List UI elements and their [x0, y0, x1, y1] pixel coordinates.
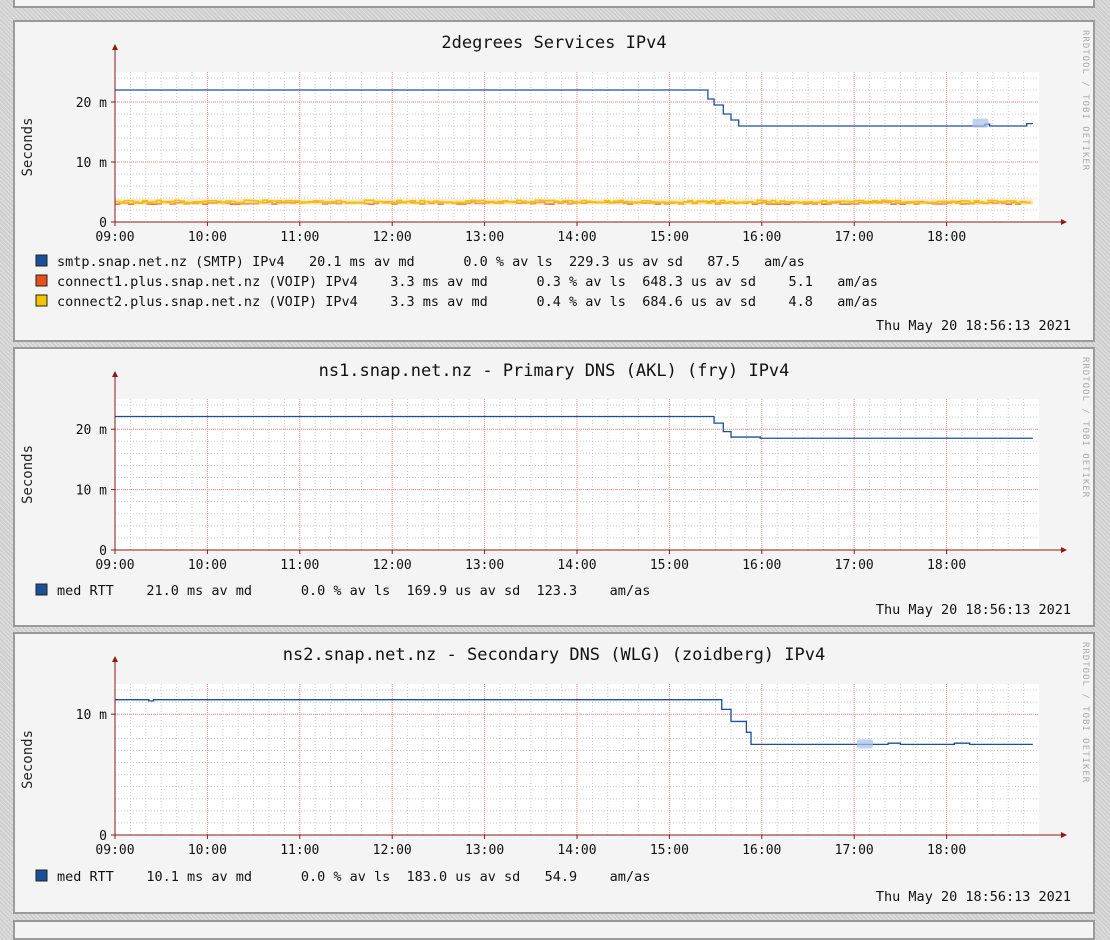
- x-tick-label: 11:00: [280, 558, 319, 573]
- x-tick-label: 18:00: [927, 843, 966, 858]
- x-axis-arrow: [1061, 547, 1067, 553]
- x-tick-label: 17:00: [835, 558, 874, 573]
- rrdtool-watermark: RRDTOOL / TOBI OETIKER: [1080, 30, 1090, 171]
- y-axis-label: Seconds: [20, 117, 36, 176]
- x-tick-label: 10:00: [188, 843, 227, 858]
- y-tick-label: 0: [99, 216, 107, 231]
- chart-ns2-secondary-dns: 09:00 10:00 11:00 12:00 13:00 14:00 15:00 16:00…: [20, 642, 1090, 905]
- legend-swatch: [35, 254, 48, 267]
- y-axis-label: Seconds: [20, 730, 36, 789]
- series-jitter-spot: [972, 118, 989, 128]
- x-tick-label: 10:00: [188, 230, 227, 245]
- x-tick-label: 14:00: [557, 843, 596, 858]
- previous-graph-panel: [13, 0, 1095, 8]
- y-tick-label: 20 m: [76, 423, 107, 438]
- x-tick-label: 13:00: [465, 230, 504, 245]
- y-tick-label: 10 m: [76, 708, 107, 723]
- rrdtool-watermark: RRDTOOL / TOBI OETIKER: [1080, 357, 1090, 498]
- legend-swatch: [35, 869, 48, 882]
- chart-ns1-primary-dns: 09:00 10:00 11:00 12:00 13:00 14:00 15:00 16:00…: [20, 357, 1090, 618]
- graph-panel-ns1-primary-dns: 09:00 10:00 11:00 12:00 13:00 14:00 15:00 16:00…: [13, 347, 1095, 627]
- graph-timestamp: Thu May 20 18:56:13 2021: [876, 602, 1071, 618]
- legend-swatch: [35, 274, 48, 287]
- x-tick-label: 16:00: [742, 558, 781, 573]
- y-tick-label: 20 m: [76, 96, 107, 111]
- chart-title: 2degrees Services IPv4: [441, 33, 666, 53]
- x-tick-label: 13:00: [465, 558, 504, 573]
- x-tick-label: 15:00: [650, 558, 689, 573]
- y-axis-arrow: [112, 656, 118, 662]
- y-axis-arrow: [112, 371, 118, 377]
- x-tick-label: 14:00: [557, 230, 596, 245]
- x-tick-label: 17:00: [835, 230, 874, 245]
- rrdtool-watermark: RRDTOOL / TOBI OETIKER: [1080, 642, 1090, 783]
- y-axis-arrow: [112, 44, 118, 50]
- y-tick-label: 10 m: [76, 484, 107, 499]
- next-graph-panel: [13, 920, 1095, 940]
- chart-2degrees-services: 09:00 10:00 11:00 12:00 13:00 14:00 15:00 16:00…: [20, 30, 1090, 334]
- y-tick-label: 0: [99, 829, 107, 844]
- graph-panel-2degrees-services: 09:00 10:00 11:00 12:00 13:00 14:00 15:00 16:00…: [13, 20, 1095, 342]
- x-tick-label: 17:00: [835, 843, 874, 858]
- x-tick-label: 18:00: [927, 558, 966, 573]
- legend-entry: med RTT 21.0 ms av md 0.0 % av ls 169.9 …: [57, 583, 650, 599]
- x-tick-label: 18:00: [927, 230, 966, 245]
- x-tick-label: 11:00: [280, 843, 319, 858]
- graph-timestamp: Thu May 20 18:56:13 2021: [876, 318, 1071, 334]
- y-tick-label: 10 m: [76, 156, 107, 171]
- legend-swatch: [35, 583, 48, 596]
- x-tick-label: 15:00: [650, 230, 689, 245]
- x-tick-label: 12:00: [373, 843, 412, 858]
- legend-swatch: [35, 294, 48, 307]
- graph-timestamp: Thu May 20 18:56:13 2021: [876, 889, 1071, 905]
- x-tick-label: 09:00: [95, 843, 134, 858]
- x-tick-label: 16:00: [742, 230, 781, 245]
- y-tick-label: 0: [99, 544, 107, 559]
- legend-entry: med RTT 10.1 ms av md 0.0 % av ls 183.0 …: [57, 869, 650, 885]
- x-tick-label: 13:00: [465, 843, 504, 858]
- x-tick-label: 11:00: [280, 230, 319, 245]
- chart-title: ns1.snap.net.nz - Primary DNS (AKL) (fry…: [319, 361, 790, 381]
- legend-entry: connect1.plus.snap.net.nz (VOIP) IPv4 3.…: [57, 274, 878, 290]
- x-tick-label: 10:00: [188, 558, 227, 573]
- x-tick-label: 12:00: [373, 230, 412, 245]
- x-axis-arrow: [1061, 832, 1067, 838]
- x-tick-label: 09:00: [95, 230, 134, 245]
- legend-entry: connect2.plus.snap.net.nz (VOIP) IPv4 3.…: [57, 294, 878, 310]
- graph-panel-ns2-secondary-dns: 09:00 10:00 11:00 12:00 13:00 14:00 15:00 16:00…: [13, 632, 1095, 914]
- y-axis-label: Seconds: [20, 445, 36, 504]
- legend-entry: smtp.snap.net.nz (SMTP) IPv4 20.1 ms av …: [57, 254, 805, 270]
- x-tick-label: 14:00: [557, 558, 596, 573]
- x-tick-label: 12:00: [373, 558, 412, 573]
- x-tick-label: 16:00: [742, 843, 781, 858]
- x-tick-label: 09:00: [95, 558, 134, 573]
- x-tick-label: 15:00: [650, 843, 689, 858]
- x-axis-arrow: [1061, 219, 1067, 225]
- chart-title: ns2.snap.net.nz - Secondary DNS (WLG) (z…: [283, 645, 825, 665]
- series-jitter-spot: [856, 739, 873, 749]
